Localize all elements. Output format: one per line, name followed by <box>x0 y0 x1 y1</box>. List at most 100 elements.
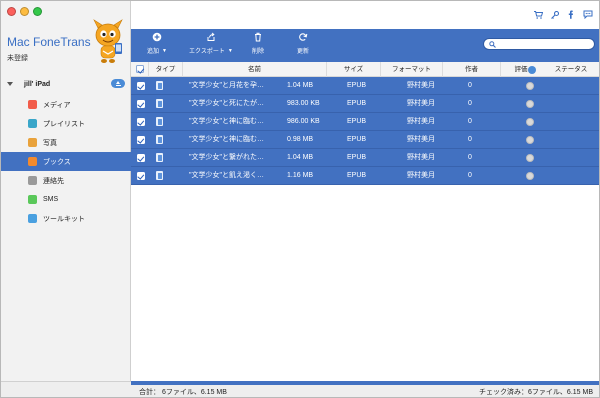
table-row[interactable]: "文学少女"と神に臨む… 0.98 MB EPUB 野村美月 0 <box>131 131 599 149</box>
column-name[interactable]: 名前 <box>183 62 327 77</box>
chevron-down-icon[interactable]: ▼ <box>162 48 167 54</box>
table-row[interactable]: "文学少女"と月花を孕… 1.04 MB EPUB 野村美月 0 <box>131 77 599 95</box>
cart-icon[interactable] <box>534 10 543 19</box>
contacts-icon <box>28 176 37 185</box>
cell-format: EPUB <box>347 100 367 107</box>
sidebar-item-label: ツールキット <box>43 215 85 223</box>
table-body: "文学少女"と月花を孕… 1.04 MB EPUB 野村美月 0 "文学少女"と死にたが…… <box>131 77 599 185</box>
cell-rating: 0 <box>468 118 472 125</box>
cell-format: EPUB <box>347 118 367 125</box>
search-field[interactable] <box>483 38 595 50</box>
mascot-logo-icon <box>93 19 123 63</box>
sync-circle-icon <box>526 100 534 108</box>
select-all-checkbox[interactable] <box>136 65 144 73</box>
search-input[interactable] <box>498 40 590 48</box>
row-checkbox[interactable] <box>137 100 145 108</box>
refresh-button[interactable]: 更新 <box>297 32 309 55</box>
cell-size: 1.16 MB <box>287 172 314 179</box>
row-checkbox[interactable] <box>137 136 145 144</box>
sidebar-item-label: プレイリスト <box>43 120 85 128</box>
book-icon <box>156 117 163 126</box>
row-checkbox[interactable] <box>137 82 145 90</box>
table-row[interactable]: "文学少女"と神に臨む… 986.00 KB EPUB 野村美月 0 <box>131 113 599 131</box>
cell-author: 野村美月 <box>407 136 435 143</box>
table-row[interactable]: "文学少女"と飢え渇く… 1.16 MB EPUB 野村美月 0 <box>131 167 599 185</box>
close-window-button[interactable] <box>7 7 16 16</box>
sidebar-item-books[interactable]: ブックス <box>1 152 131 171</box>
sidebar-item-label: 連絡先 <box>43 177 64 185</box>
cell-format: EPUB <box>347 136 367 143</box>
cell-format: EPUB <box>347 154 367 161</box>
total-summary: 合計： 6ファイル、6.15 MB <box>139 389 227 396</box>
device-name: jill' iPad <box>24 80 51 88</box>
checked-summary: チェック済み：6ファイル、6.15 MB <box>479 389 593 396</box>
key-icon[interactable] <box>551 10 559 19</box>
column-type[interactable]: タイプ <box>149 62 183 77</box>
plus-circle-icon <box>152 32 162 42</box>
add-button-label: 追加 <box>147 49 160 55</box>
books-icon <box>28 157 37 166</box>
export-button-label: エクスポート <box>189 49 225 55</box>
cell-size: 986.00 KB <box>287 118 320 125</box>
sidebar-nav: メディアプレイリスト 写真ブックス連絡先 SMS ツールキット <box>1 95 131 228</box>
chat-bubble-icon[interactable] <box>583 10 593 19</box>
music-icon <box>28 100 37 109</box>
row-checkbox[interactable] <box>137 172 145 180</box>
cell-size: 983.00 KB <box>287 100 320 107</box>
trash-icon <box>255 32 261 42</box>
top-bar <box>131 1 599 29</box>
status-accent-bar <box>131 381 599 385</box>
cell-author: 野村美月 <box>407 82 435 89</box>
row-checkbox[interactable] <box>137 154 145 162</box>
sync-circle-icon <box>526 136 534 144</box>
facebook-icon[interactable] <box>567 10 575 19</box>
sync-circle-icon <box>526 118 534 126</box>
export-button[interactable]: エクスポート ▼ <box>189 32 233 55</box>
sync-status-icon <box>528 65 536 74</box>
table-header: タイプ 名前 サイズ フォーマット 作者 評価 ステータス <box>131 62 599 77</box>
cell-rating: 0 <box>468 136 472 143</box>
sidebar-item-photos[interactable]: 写真 <box>1 133 131 152</box>
sidebar-item-contacts[interactable]: 連絡先 <box>1 171 131 190</box>
cell-rating: 0 <box>468 82 472 89</box>
eject-icon[interactable] <box>111 79 125 88</box>
column-sync[interactable] <box>524 62 540 77</box>
top-icons <box>534 10 593 19</box>
delete-button-label: 削除 <box>252 49 265 55</box>
cell-size: 1.04 MB <box>287 154 314 161</box>
sidebar: Mac FoneTrans 未登録 jill' iPad メディアプレイリスト写… <box>1 1 131 397</box>
minimize-window-button[interactable] <box>20 7 29 16</box>
column-status[interactable]: ステータス <box>541 62 599 77</box>
sidebar-item-label: ブックス <box>43 158 71 166</box>
add-button[interactable]: 追加 ▼ <box>147 32 167 55</box>
column-format[interactable]: フォーマット <box>381 62 443 77</box>
sms-icon <box>28 195 37 204</box>
column-size[interactable]: サイズ <box>327 62 381 77</box>
column-author[interactable]: 作者 <box>443 62 501 77</box>
row-checkbox[interactable] <box>137 118 145 126</box>
select-all-column[interactable] <box>131 62 149 77</box>
book-icon <box>156 171 163 180</box>
cell-author: 野村美月 <box>407 172 435 179</box>
window-controls <box>7 7 42 16</box>
export-icon <box>207 32 215 41</box>
sidebar-item-toolkit[interactable]: ツールキット <box>1 209 131 228</box>
book-icon <box>156 99 163 108</box>
chevron-down-icon[interactable]: ▼ <box>228 48 233 54</box>
sidebar-item-label: 写真 <box>43 139 57 147</box>
zoom-window-button[interactable] <box>33 7 42 16</box>
sidebar-item-playlist[interactable]: プレイリスト <box>1 114 131 133</box>
playlist-icon <box>28 119 37 128</box>
delete-button[interactable]: 削除 <box>252 32 264 55</box>
registration-status[interactable]: 未登録 <box>7 53 91 63</box>
sidebar-item-sms[interactable]: SMS <box>1 190 131 209</box>
disclosure-triangle-icon[interactable] <box>7 82 13 86</box>
sidebar-item-music[interactable]: メディア <box>1 95 131 114</box>
brand: Mac FoneTrans 未登録 <box>7 35 91 63</box>
table-row[interactable]: "文学少女"と繋がれた… 1.04 MB EPUB 野村美月 0 <box>131 149 599 167</box>
cell-size: 1.04 MB <box>287 82 314 89</box>
device-header[interactable]: jill' iPad <box>1 77 131 91</box>
photos-icon <box>28 138 37 147</box>
table-row[interactable]: "文学少女"と死にたが… 983.00 KB EPUB 野村美月 0 <box>131 95 599 113</box>
book-icon <box>156 153 163 162</box>
